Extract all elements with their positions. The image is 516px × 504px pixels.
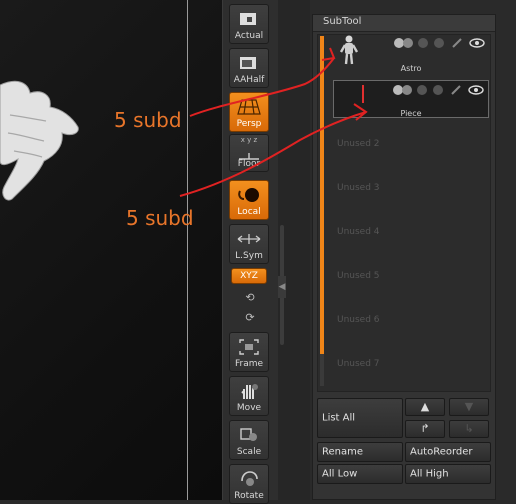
annotation-label-astro: 5 subd [114, 108, 182, 132]
annotation-lines [179, 47, 368, 197]
annotation-label-piece: 5 subd [126, 206, 194, 230]
